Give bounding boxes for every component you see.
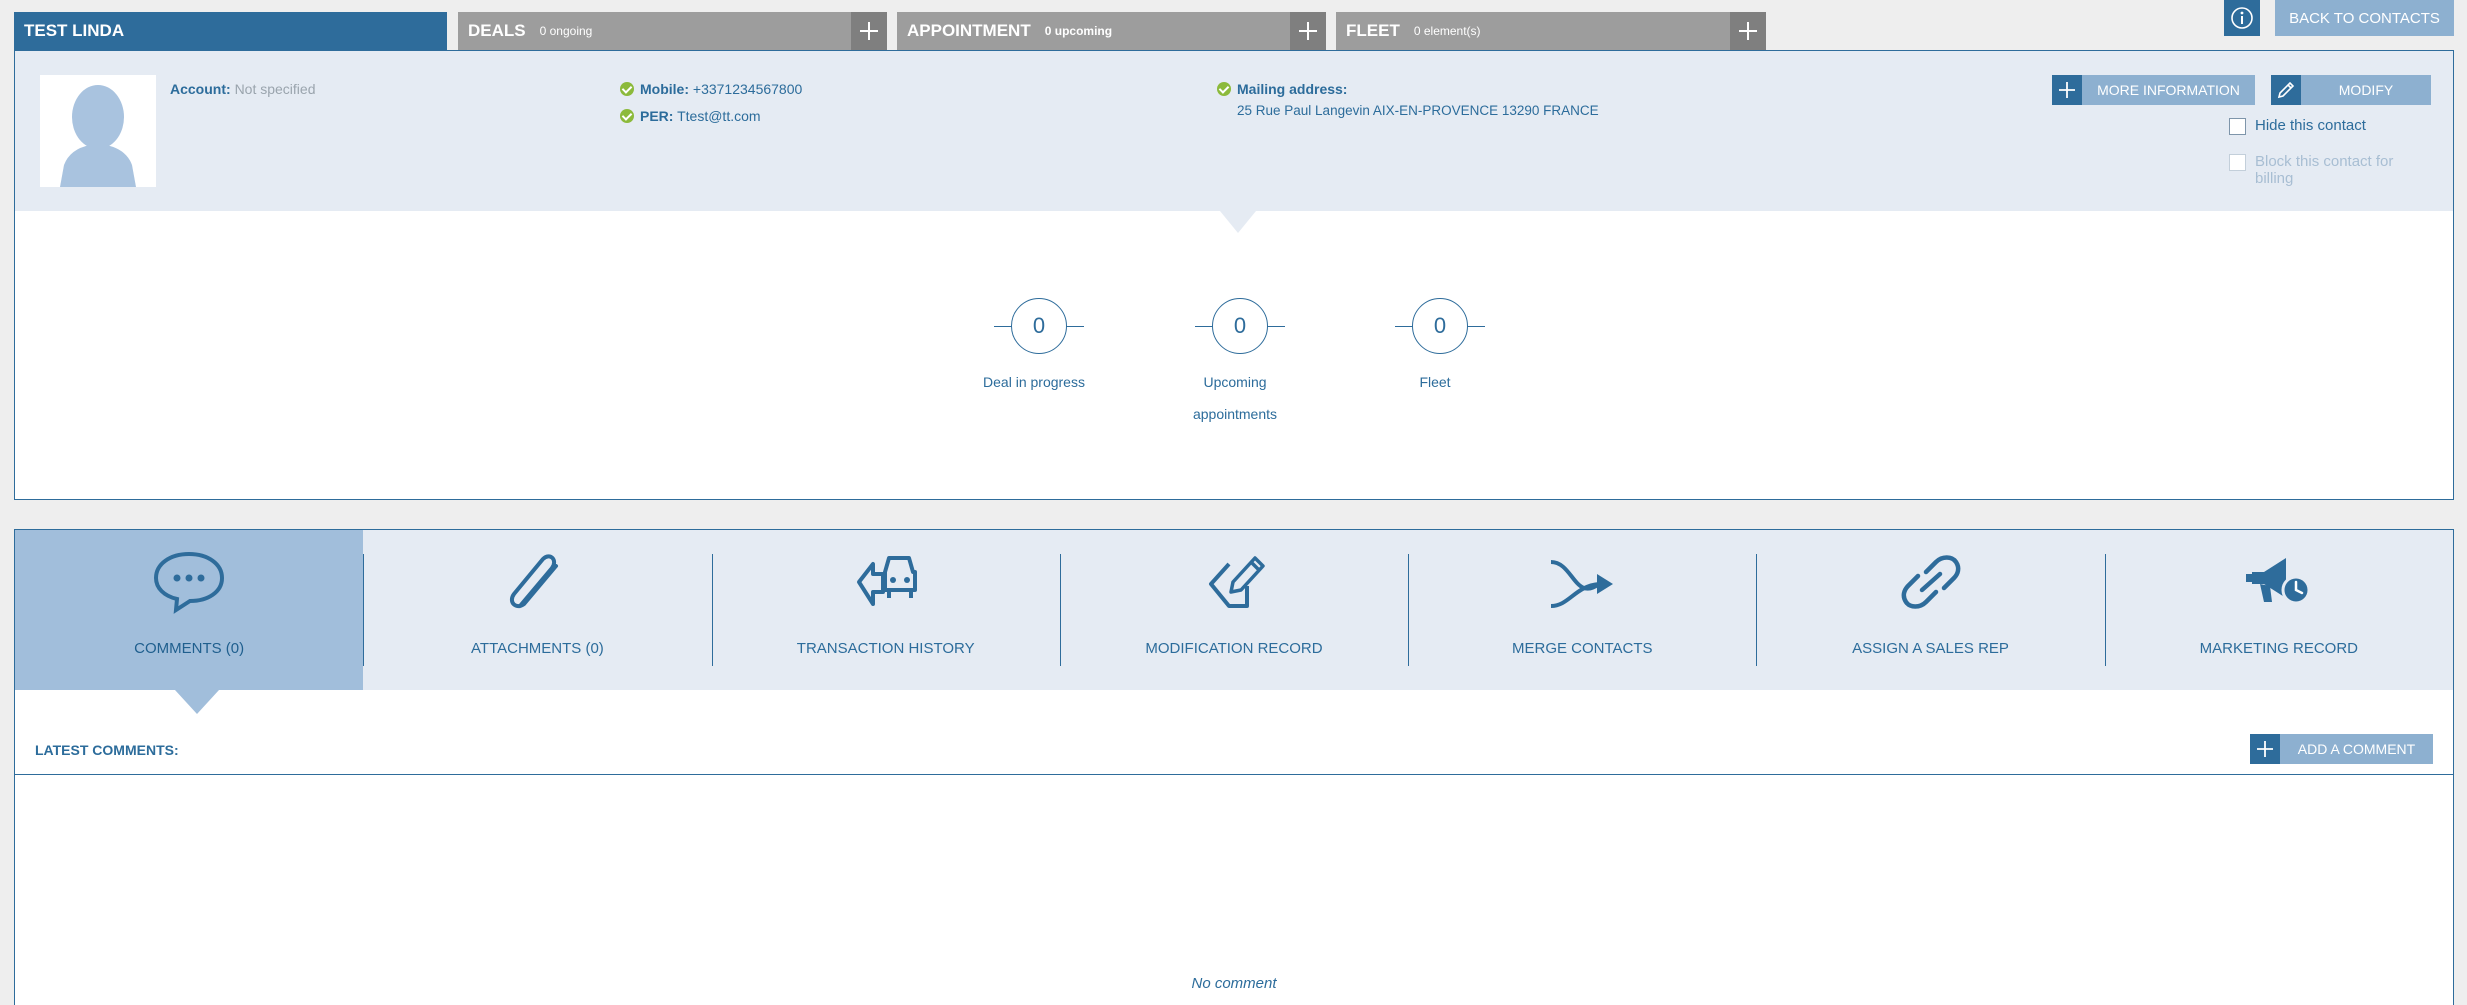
plus-icon	[2052, 75, 2082, 105]
info-icon	[2231, 7, 2253, 29]
tab-appointment[interactable]: APPOINTMENT 0 upcoming	[897, 12, 1326, 50]
tool-marketing-record-label: MARKETING RECORD	[2199, 640, 2358, 657]
hide-contact-label: Hide this contact	[2255, 117, 2366, 134]
tab-deals-title: DEALS	[468, 21, 526, 40]
tab-appointment-title: APPOINTMENT	[907, 21, 1031, 40]
stat-fleet-value: 0	[1412, 298, 1468, 354]
tool-tabs: COMMENTS (0) ATTACHMENTS (0) TRANSACTION…	[15, 530, 2453, 690]
modify-button[interactable]: MODIFY	[2271, 75, 2431, 105]
add-comment-label: ADD A COMMENT	[2297, 741, 2416, 757]
no-comment-message: No comment	[1191, 975, 1277, 992]
stat-appointments-value: 0	[1212, 298, 1268, 354]
per-email-value[interactable]: Ttest@tt.com	[677, 108, 760, 124]
tool-marketing-record[interactable]: MARKETING RECORD	[2104, 530, 2453, 690]
latest-comments-title: LATEST COMMENTS:	[35, 742, 179, 758]
verified-check-icon	[620, 82, 634, 96]
tool-merge-contacts[interactable]: MERGE CONTACTS	[1408, 530, 1756, 690]
contact-header: Account: Not specified Mobile: +33712345…	[15, 51, 2453, 211]
tool-comments-label: COMMENTS (0)	[134, 640, 245, 657]
pencil-icon	[2271, 75, 2301, 105]
activity-panel: COMMENTS (0) ATTACHMENTS (0) TRANSACTION…	[14, 529, 2454, 1005]
mobile-label: Mobile:	[640, 81, 689, 97]
divider	[15, 774, 2453, 775]
tab-fleet-title: FLEET	[1346, 21, 1400, 40]
tab-fleet-count: 0 element(s)	[1413, 24, 1481, 38]
edit-record-icon	[1208, 556, 1265, 608]
merge-arrow-icon	[1550, 560, 1614, 608]
info-button[interactable]	[2224, 0, 2260, 36]
tool-assign-sales-rep-label: ASSIGN A SALES REP	[1852, 640, 2009, 657]
back-to-contacts-button[interactable]: BACK TO CONTACTS	[2275, 0, 2454, 36]
tool-attachments[interactable]: ATTACHMENTS (0)	[363, 530, 711, 690]
plus-icon	[1739, 22, 1757, 40]
car-history-icon	[856, 556, 917, 606]
stat-deals-label: Deal in progress	[983, 374, 1085, 390]
stat-appointments-label: Upcoming appointments	[1192, 374, 1278, 422]
account-label: Account:	[170, 81, 231, 97]
per-label: PER:	[640, 108, 674, 124]
add-deal-button[interactable]	[851, 12, 887, 50]
block-billing-checkbox[interactable]: Block this contact for billing	[2229, 153, 2393, 187]
add-fleet-button[interactable]	[1730, 12, 1766, 50]
mailing-address-field: Mailing address:	[1217, 81, 1347, 97]
tab-deals-count: 0 ongoing	[539, 24, 593, 38]
verified-check-icon	[620, 109, 634, 123]
more-information-label: MORE INFORMATION	[2097, 82, 2240, 98]
mobile-field: Mobile: +3371234567800	[620, 81, 802, 97]
checkbox-box[interactable]	[2229, 154, 2246, 171]
avatar	[40, 75, 156, 187]
person-silhouette-icon	[40, 75, 156, 187]
stat-fleet[interactable]: 0 Fleet	[1375, 298, 1495, 398]
tool-transaction-history[interactable]: TRANSACTION HISTORY	[711, 530, 1060, 690]
tool-assign-sales-rep[interactable]: ASSIGN A SALES REP	[1756, 530, 2104, 690]
link-icon	[1901, 555, 1960, 609]
tool-merge-contacts-label: MERGE CONTACTS	[1511, 640, 1653, 657]
account-field: Account: Not specified	[170, 81, 316, 97]
add-comment-button[interactable]: ADD A COMMENT	[2250, 734, 2433, 764]
active-tool-pointer	[175, 690, 219, 714]
plus-icon	[860, 22, 878, 40]
mailing-address-value: 25 Rue Paul Langevin AIX-EN-PROVENCE 132…	[1237, 103, 1599, 118]
tab-appointment-count: 0 upcoming	[1044, 24, 1113, 38]
speech-bubble-icon	[154, 551, 225, 614]
hide-contact-checkbox[interactable]: Hide this contact	[2229, 117, 2366, 135]
mobile-value[interactable]: +3371234567800	[693, 81, 802, 97]
tool-comments[interactable]: COMMENTS (0)	[15, 530, 364, 690]
per-field: PER: Ttest@tt.com	[620, 108, 761, 124]
header-pointer	[1220, 211, 1256, 233]
stat-fleet-label: Fleet	[1419, 374, 1451, 390]
paperclip-icon	[510, 554, 559, 609]
plus-icon	[1299, 22, 1317, 40]
block-billing-label: Block this contact for billing	[2255, 153, 2393, 187]
plus-icon	[2250, 734, 2280, 764]
account-value: Not specified	[234, 81, 316, 97]
tool-modification-record[interactable]: MODIFICATION RECORD	[1059, 530, 1408, 690]
megaphone-clock-icon	[2245, 558, 2311, 605]
tool-transaction-history-label: TRANSACTION HISTORY	[796, 640, 975, 657]
contact-name: TEST LINDA	[24, 21, 125, 40]
add-appointment-button[interactable]	[1290, 12, 1326, 50]
block-billing-label-line1: Block this contact for	[2255, 153, 2394, 170]
verified-check-icon	[1217, 82, 1231, 96]
tool-attachments-label: ATTACHMENTS (0)	[471, 640, 604, 657]
more-information-button[interactable]: MORE INFORMATION	[2052, 75, 2255, 105]
modify-label: MODIFY	[2338, 82, 2394, 98]
mailing-label: Mailing address:	[1237, 81, 1348, 97]
tab-deals[interactable]: DEALS 0 ongoing	[458, 12, 887, 50]
stat-appointments[interactable]: 0 Upcoming appointments	[1175, 298, 1295, 430]
block-billing-label-line2: billing	[2255, 170, 2294, 187]
stat-deals-value: 0	[1011, 298, 1067, 354]
tab-fleet[interactable]: FLEET 0 element(s)	[1336, 12, 1766, 50]
contact-panel: Account: Not specified Mobile: +33712345…	[14, 50, 2454, 500]
checkbox-box[interactable]	[2229, 118, 2246, 135]
tool-modification-record-label: MODIFICATION RECORD	[1145, 640, 1323, 657]
stat-deals[interactable]: 0 Deal in progress	[974, 298, 1094, 398]
tab-contact[interactable]: TEST LINDA	[14, 12, 447, 50]
